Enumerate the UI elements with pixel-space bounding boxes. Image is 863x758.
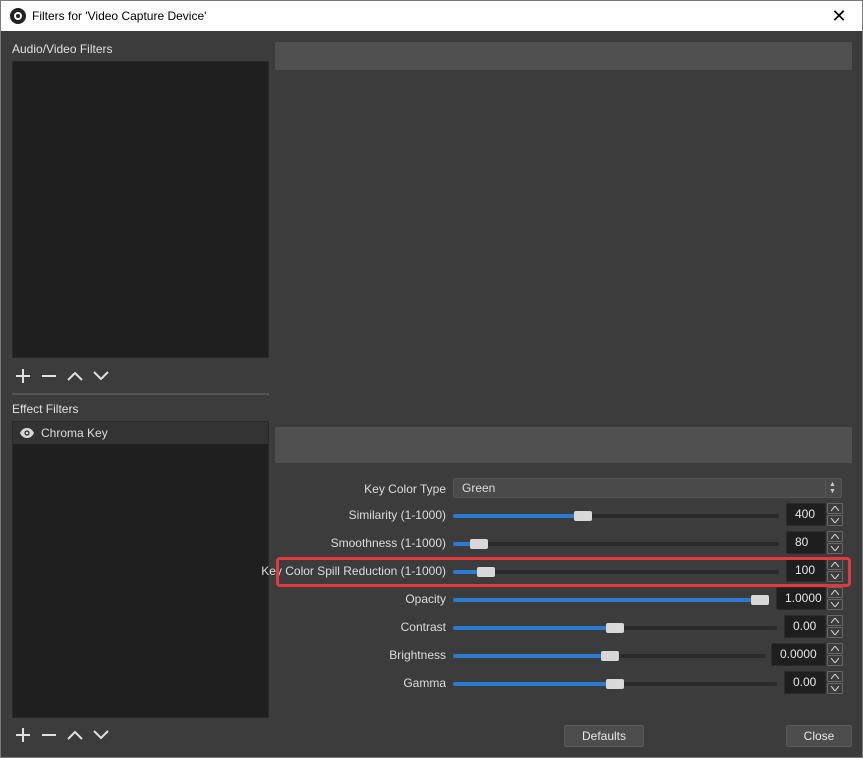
key-color-type-label: Key Color Type (364, 482, 446, 496)
audio-video-filters-label: Audio/Video Filters (12, 42, 113, 56)
filter-item-chroma-key[interactable]: Chroma Key (13, 422, 268, 444)
prop-smoothness: Smoothness (1-1000) 80 (275, 531, 852, 555)
prop-spill-reduction: Key Color Spill Reduction (1-1000) 100 (261, 559, 852, 583)
similarity-spin (827, 503, 843, 526)
opacity-spin (827, 587, 843, 610)
smoothness-label: Smoothness (1-1000) (330, 536, 446, 550)
brightness-input[interactable]: 0.0000 (771, 643, 826, 666)
key-color-type-select[interactable]: Green ▲ ▼ (453, 478, 842, 498)
add-icon[interactable] (14, 367, 32, 385)
close-button[interactable]: Close (786, 725, 852, 747)
brightness-label: Brightness (389, 648, 446, 662)
dialog-body: Audio/Video Filters Effect Filters Chrom… (0, 31, 863, 758)
spill-reduction-input[interactable]: 100 (786, 559, 826, 582)
spin-down-icon[interactable] (827, 683, 843, 694)
spin-down-icon[interactable] (827, 627, 843, 638)
move-down-icon[interactable] (92, 726, 110, 744)
similarity-input[interactable]: 400 (786, 503, 826, 526)
spin-down-icon[interactable] (827, 655, 843, 666)
slider-handle[interactable] (600, 651, 619, 661)
brightness-spin (827, 643, 843, 666)
prop-key-color-type: Key Color Type Green ▲ ▼ (275, 477, 852, 501)
contrast-slider[interactable] (453, 615, 777, 639)
combo-arrows-icon: ▲ ▼ (825, 480, 839, 496)
effect-filters-label: Effect Filters (12, 402, 79, 416)
smoothness-input[interactable]: 80 (786, 531, 826, 554)
window-close-button[interactable]: ✕ (816, 1, 862, 31)
spin-up-icon[interactable] (827, 559, 843, 570)
slider-handle[interactable] (476, 567, 495, 577)
prop-brightness: Brightness 0.0000 (275, 643, 852, 667)
spill-reduction-slider[interactable] (453, 559, 779, 583)
slider-handle[interactable] (606, 679, 624, 689)
move-up-icon[interactable] (66, 726, 84, 744)
remove-icon[interactable] (40, 367, 58, 385)
move-up-icon[interactable] (66, 367, 84, 385)
panel-splitter[interactable] (12, 393, 269, 395)
remove-icon[interactable] (40, 726, 58, 744)
spin-down-icon[interactable] (827, 599, 843, 610)
contrast-label: Contrast (400, 620, 446, 634)
spin-up-icon[interactable] (827, 587, 843, 598)
opacity-slider[interactable] (453, 587, 769, 611)
spin-down-icon[interactable] (827, 515, 843, 526)
similarity-slider[interactable] (453, 503, 779, 527)
spin-down-icon[interactable] (827, 571, 843, 582)
slider-handle[interactable] (606, 623, 624, 633)
defaults-button[interactable]: Defaults (564, 725, 644, 747)
prop-contrast: Contrast 0.00 (275, 615, 852, 639)
prop-opacity: Opacity 1.0000 (275, 587, 852, 611)
preview-header-bar (275, 42, 852, 70)
title-bar: Filters for 'Video Capture Device' ✕ (0, 0, 863, 31)
opacity-label: Opacity (405, 592, 446, 606)
spin-up-icon[interactable] (827, 643, 843, 654)
gamma-spin (827, 671, 843, 694)
spin-up-icon[interactable] (827, 671, 843, 682)
add-icon[interactable] (14, 726, 32, 744)
obs-logo-icon (10, 8, 26, 24)
slider-handle[interactable] (751, 595, 769, 605)
spill-reduction-spin (827, 559, 843, 582)
slider-handle[interactable] (470, 539, 489, 549)
opacity-input[interactable]: 1.0000 (776, 587, 826, 610)
audio-video-filters-list[interactable] (12, 61, 269, 358)
smoothness-slider[interactable] (453, 531, 779, 555)
slider-handle[interactable] (574, 511, 593, 521)
brightness-slider[interactable] (453, 643, 766, 667)
smoothness-spin (827, 531, 843, 554)
prop-similarity: Similarity (1-1000) 400 (275, 503, 852, 527)
preview-footer-bar (275, 427, 852, 463)
spill-reduction-label: Key Color Spill Reduction (1-1000) (261, 564, 446, 578)
gamma-label: Gamma (403, 676, 446, 690)
prop-gamma: Gamma 0.00 (275, 671, 852, 695)
gamma-slider[interactable] (453, 671, 777, 695)
contrast-spin (827, 615, 843, 638)
move-down-icon[interactable] (92, 367, 110, 385)
eye-icon[interactable] (19, 427, 35, 439)
audio-video-filters-toolbar (14, 367, 110, 385)
spin-down-icon[interactable] (827, 543, 843, 554)
similarity-label: Similarity (1-1000) (348, 508, 446, 522)
filter-item-label: Chroma Key (41, 426, 108, 440)
window-title: Filters for 'Video Capture Device' (32, 9, 207, 23)
spin-up-icon[interactable] (827, 615, 843, 626)
contrast-input[interactable]: 0.00 (784, 615, 826, 638)
spin-up-icon[interactable] (827, 531, 843, 542)
spin-up-icon[interactable] (827, 503, 843, 514)
effect-filters-toolbar (14, 726, 110, 744)
key-color-type-value: Green (462, 481, 496, 495)
gamma-input[interactable]: 0.00 (784, 671, 826, 694)
effect-filters-list[interactable]: Chroma Key (12, 421, 269, 718)
